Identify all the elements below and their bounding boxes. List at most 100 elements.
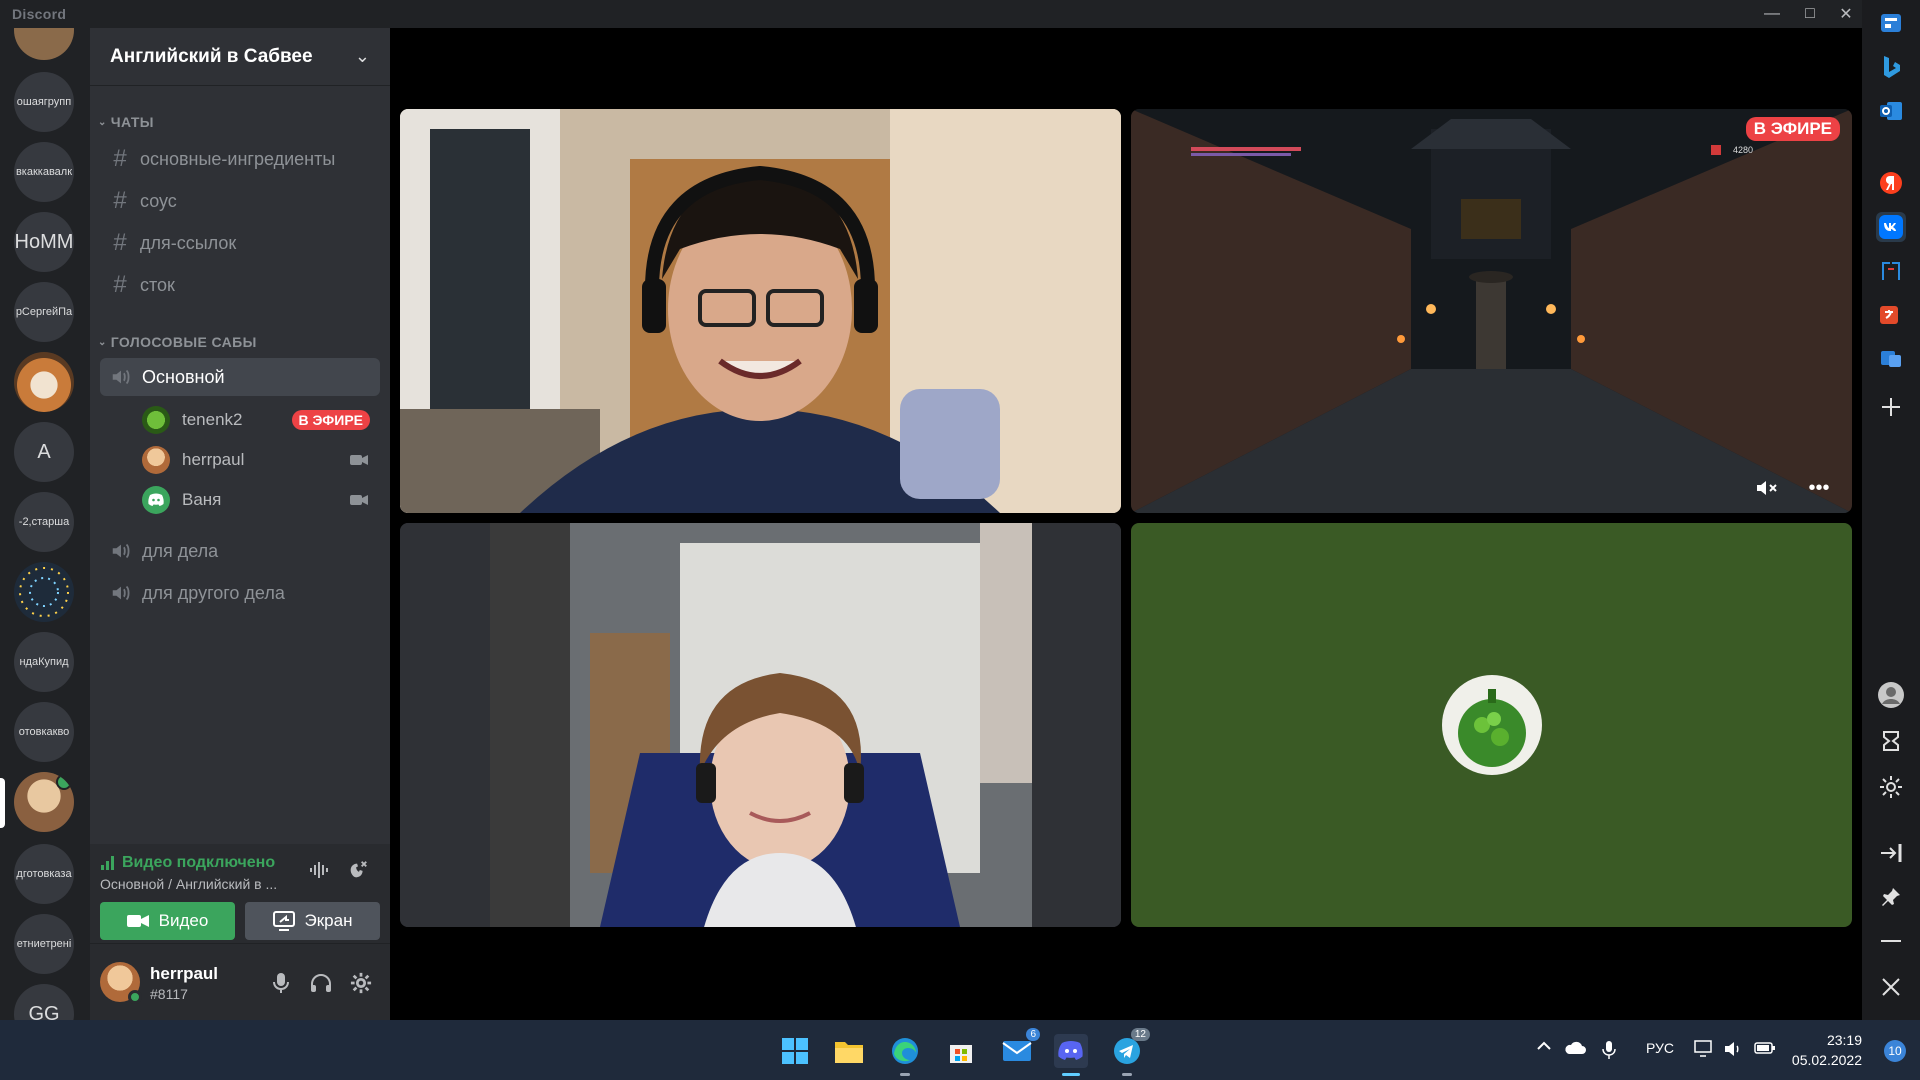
office-translate-icon[interactable] bbox=[1876, 344, 1906, 374]
server-icon-14[interactable]: етниетрені bbox=[14, 914, 74, 974]
server-icon-5[interactable]: рСергейПа bbox=[14, 282, 74, 342]
screen-share-button[interactable]: Экран bbox=[245, 902, 380, 940]
battery-icon[interactable] bbox=[1754, 1040, 1776, 1059]
clock[interactable]: 23:19 05.02.2022 bbox=[1792, 1030, 1862, 1070]
edge-icon[interactable] bbox=[888, 1034, 922, 1076]
video-stage: 4280 В ЭФИРЕ ••• bbox=[390, 28, 1862, 1020]
add-icon[interactable] bbox=[1876, 392, 1906, 422]
yandex-icon[interactable] bbox=[1876, 168, 1906, 198]
webcam-feed bbox=[400, 109, 1121, 513]
speaker-icon bbox=[110, 366, 132, 388]
minimize-panel-icon[interactable] bbox=[1876, 926, 1906, 956]
game-stream-feed bbox=[1131, 109, 1852, 513]
disconnect-icon[interactable] bbox=[344, 856, 372, 884]
online-status-dot bbox=[128, 990, 142, 1004]
voice-channel-active[interactable]: Основной bbox=[100, 358, 380, 396]
video-button[interactable]: Видео bbox=[100, 902, 235, 940]
browser-side-panel bbox=[1862, 0, 1920, 1020]
text-channel-3[interactable]: # для-ссылок bbox=[100, 224, 380, 262]
category-voice[interactable]: ⌄ ГОЛОСОВЫЕ САБЫ bbox=[98, 334, 257, 350]
voice-location[interactable]: Основной / Английский в ... bbox=[100, 876, 300, 892]
user-tag: #8117 bbox=[150, 986, 188, 1002]
server-icon-13[interactable]: дготовказа bbox=[14, 844, 74, 904]
server-rail: ошаягрупп вкаккавалк HoMM рСергейПа A -2… bbox=[0, 28, 90, 1020]
server-icon-7[interactable]: A bbox=[14, 422, 74, 482]
extensions-icon[interactable] bbox=[1876, 726, 1906, 756]
close-panel-icon[interactable] bbox=[1876, 972, 1906, 1002]
maximize-button[interactable]: □ bbox=[1792, 0, 1828, 28]
mute-stream-icon[interactable] bbox=[1752, 475, 1782, 501]
minimize-button[interactable]: — bbox=[1754, 0, 1790, 28]
screen-share-icon bbox=[272, 911, 295, 931]
user-panel: herrpaul #8117 bbox=[90, 944, 390, 1020]
microphone-icon[interactable] bbox=[266, 968, 296, 998]
chevron-down-icon: ⌄ bbox=[354, 46, 370, 66]
profile-icon[interactable] bbox=[1876, 680, 1906, 710]
bing-icon[interactable] bbox=[1876, 52, 1906, 82]
server-icon-2[interactable]: ошаягрупп bbox=[14, 72, 74, 132]
mail-icon[interactable]: 6 bbox=[1000, 1028, 1040, 1068]
voice-member-herrpaul[interactable]: herrpaul bbox=[142, 442, 380, 478]
news-icon[interactable] bbox=[1876, 8, 1906, 38]
server-icon-3[interactable]: вкаккавалк bbox=[14, 142, 74, 202]
server-icon-10[interactable]: ндаКупид bbox=[14, 632, 74, 692]
pin-icon[interactable] bbox=[1876, 882, 1906, 912]
noise-suppression-icon[interactable] bbox=[306, 856, 334, 884]
guild-header[interactable]: Английский в Сабвее ⌄ bbox=[90, 28, 390, 86]
volume-icon[interactable] bbox=[1724, 1040, 1744, 1061]
discord-window: Discord — □ ✕ ошаягрупп вкаккавалк HoMM … bbox=[0, 0, 1862, 1020]
onedrive-icon[interactable] bbox=[1564, 1040, 1586, 1059]
settings-gear-icon[interactable] bbox=[1876, 772, 1906, 802]
start-icon[interactable] bbox=[778, 1034, 812, 1068]
voice-member-tenenk2[interactable]: tenenk2 В ЭФИРЕ bbox=[142, 402, 380, 438]
voice-connection-panel: Видео подключено Основной / Английский в… bbox=[90, 844, 390, 944]
text-channel-2[interactable]: # соус bbox=[100, 182, 380, 220]
discord-taskbar-icon[interactable] bbox=[1054, 1034, 1088, 1076]
voice-status[interactable]: Видео подключено bbox=[100, 854, 275, 872]
close-button[interactable]: ✕ bbox=[1828, 0, 1864, 28]
network-icon[interactable] bbox=[1694, 1040, 1714, 1061]
server-icon-15[interactable]: GG bbox=[14, 984, 74, 1020]
voice-channel-2[interactable]: для дела bbox=[100, 532, 380, 570]
text-channel-1[interactable]: # основные-ингредиенты bbox=[100, 140, 380, 178]
gosuslugi-icon[interactable] bbox=[1876, 256, 1906, 286]
telegram-icon[interactable]: 12 bbox=[1110, 1028, 1150, 1076]
server-icon-11[interactable]: отовкакво bbox=[14, 702, 74, 762]
tray-overflow-icon[interactable] bbox=[1536, 1038, 1552, 1054]
server-icon-8[interactable]: -2,старша bbox=[14, 492, 74, 552]
notification-badge[interactable]: 10 bbox=[1884, 1040, 1906, 1062]
voice-member-vanya[interactable]: Ваня bbox=[142, 482, 380, 518]
server-icon-dots[interactable] bbox=[14, 562, 74, 622]
category-text[interactable]: ⌄ ЧАТЫ bbox=[98, 114, 154, 130]
video-tile-stream[interactable]: 4280 В ЭФИРЕ ••• bbox=[1131, 109, 1852, 513]
speaker-icon bbox=[110, 540, 132, 562]
voice-channel-3[interactable]: для другого дела bbox=[100, 574, 380, 612]
video-tile-avatar[interactable] bbox=[1131, 523, 1852, 927]
server-icon-foxes[interactable] bbox=[14, 352, 74, 412]
language-indicator[interactable]: РУС bbox=[1646, 1040, 1674, 1056]
vk-icon[interactable] bbox=[1876, 212, 1906, 242]
guild-name: Английский в Сабвее bbox=[110, 45, 313, 67]
text-channel-4[interactable]: # сток bbox=[100, 266, 380, 304]
translate-icon[interactable] bbox=[1876, 300, 1906, 330]
outlook-icon[interactable] bbox=[1876, 96, 1906, 126]
avatar bbox=[142, 446, 170, 474]
settings-gear-icon[interactable] bbox=[346, 968, 376, 998]
category-chevron-icon: ⌄ bbox=[98, 336, 107, 348]
hash-icon: # bbox=[113, 187, 127, 214]
file-explorer-icon[interactable] bbox=[832, 1034, 866, 1068]
server-icon-4[interactable]: HoMM bbox=[14, 212, 74, 272]
participant-avatar bbox=[1442, 675, 1542, 775]
server-icon-1[interactable] bbox=[14, 28, 74, 60]
collapse-panel-icon[interactable] bbox=[1876, 838, 1906, 868]
webcam-feed bbox=[400, 523, 1121, 927]
server-icon-active[interactable] bbox=[14, 772, 74, 832]
video-live-indicator bbox=[56, 774, 72, 790]
store-icon[interactable] bbox=[944, 1034, 978, 1068]
title-bar: Discord — □ ✕ bbox=[0, 0, 1862, 28]
more-options-icon[interactable]: ••• bbox=[1804, 475, 1834, 501]
microphone-icon[interactable] bbox=[1602, 1040, 1616, 1063]
video-tile-webcam-2[interactable] bbox=[400, 523, 1121, 927]
headphones-icon[interactable] bbox=[306, 968, 336, 998]
video-tile-webcam-1[interactable] bbox=[400, 109, 1121, 513]
